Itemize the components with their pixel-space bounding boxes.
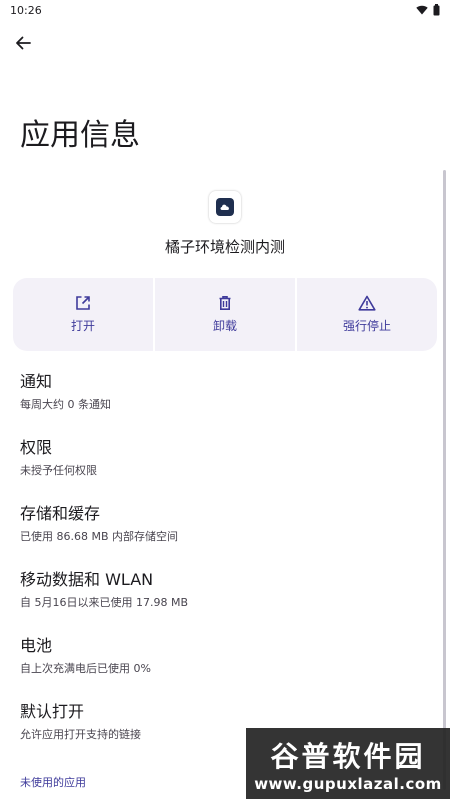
watermark-url: www.gupuxlazal.com <box>254 774 442 793</box>
app-icon-graphic <box>216 198 234 216</box>
status-icons <box>416 4 440 16</box>
open-external-icon <box>76 296 90 310</box>
uninstall-label: 卸载 <box>212 319 237 333</box>
arrow-back-icon <box>16 36 31 50</box>
item-title: 通知 <box>20 372 53 391</box>
item-title: 移动数据和 WLAN <box>20 570 154 589</box>
wifi-icon <box>416 5 428 15</box>
app-icon <box>209 191 241 223</box>
uninstall-button[interactable]: 卸载 <box>155 278 295 351</box>
status-bar: 10:26 <box>0 0 450 20</box>
app-name: 橘子环境检测内测 <box>164 238 285 256</box>
permissions-item[interactable]: 权限 未授予任何权限 <box>0 428 450 494</box>
open-button[interactable]: 打开 <box>13 278 153 351</box>
open-label: 打开 <box>70 319 95 333</box>
watermark-text: 谷普软件园 <box>270 739 426 773</box>
item-title: 权限 <box>20 438 53 457</box>
item-subtitle: 每周大约 0 条通知 <box>20 398 111 411</box>
warning-icon <box>358 295 376 311</box>
scrollbar[interactable] <box>443 170 446 790</box>
item-title: 电池 <box>20 636 53 655</box>
cloud-icon <box>220 204 229 210</box>
status-time: 10:26 <box>10 3 42 17</box>
item-subtitle: 已使用 86.68 MB 内部存储空间 <box>20 530 179 543</box>
action-buttons: 打开 卸载 强行停止 <box>13 278 437 351</box>
item-subtitle: 未授予任何权限 <box>20 464 97 477</box>
item-title: 存储和缓存 <box>20 504 101 523</box>
battery-item[interactable]: 电池 自上次充满电后已使用 0% <box>0 626 450 692</box>
trash-icon <box>219 296 231 310</box>
item-title: 默认打开 <box>20 702 85 721</box>
watermark: 谷普软件园 www.gupuxlazal.com <box>246 728 450 799</box>
settings-list: 通知 每周大约 0 条通知 权限 未授予任何权限 存储和缓存 已使用 86.68… <box>0 362 450 758</box>
battery-icon <box>433 4 440 16</box>
back-button[interactable] <box>8 28 38 58</box>
unused-apps-link[interactable]: 未使用的应用 <box>20 774 86 790</box>
item-subtitle: 自 5月16日以来已使用 17.98 MB <box>20 596 189 609</box>
data-usage-item[interactable]: 移动数据和 WLAN 自 5月16日以来已使用 17.98 MB <box>0 560 450 626</box>
force-stop-label: 强行停止 <box>342 319 391 333</box>
notifications-item[interactable]: 通知 每周大约 0 条通知 <box>0 362 450 428</box>
storage-item[interactable]: 存储和缓存 已使用 86.68 MB 内部存储空间 <box>0 494 450 560</box>
page-title: 应用信息 <box>20 118 140 153</box>
item-subtitle: 自上次充满电后已使用 0% <box>20 662 151 675</box>
force-stop-button[interactable]: 强行停止 <box>297 278 437 351</box>
